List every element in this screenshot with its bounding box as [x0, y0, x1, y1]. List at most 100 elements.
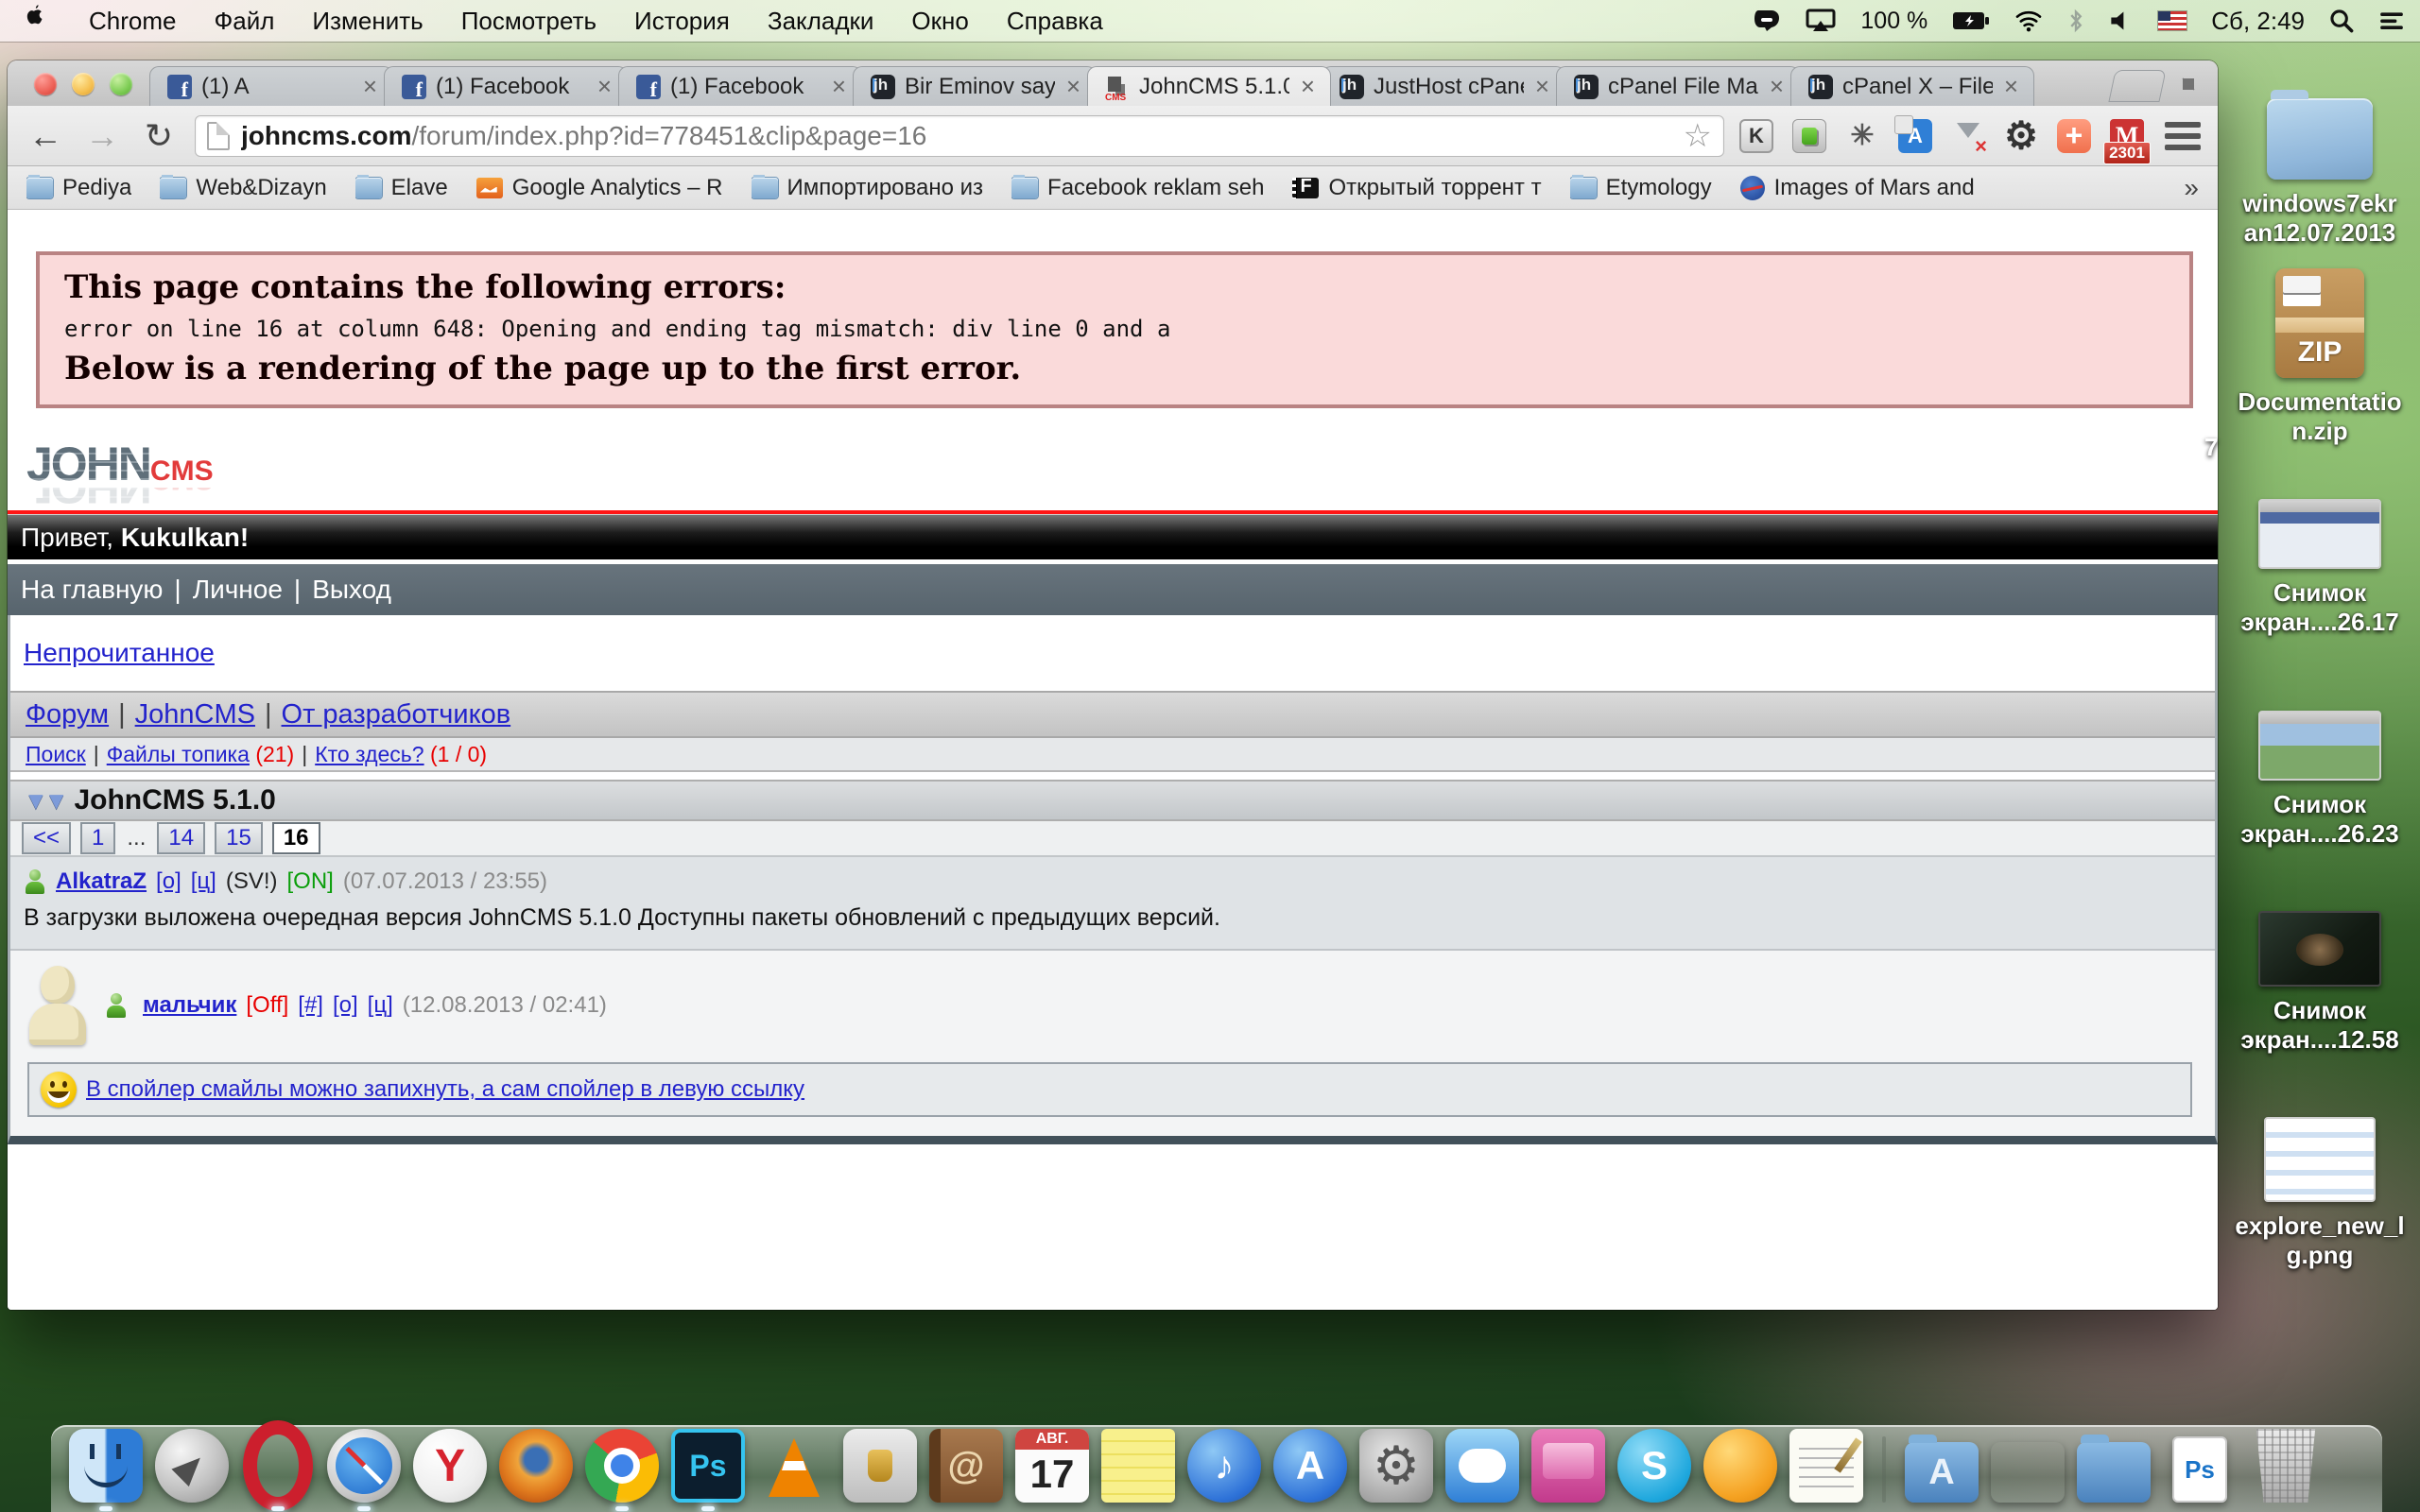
window-zoom-button[interactable] — [110, 73, 132, 95]
post-reply-link[interactable]: [о] — [156, 868, 182, 895]
dock-messages[interactable] — [1444, 1423, 1520, 1503]
post-author-link[interactable]: AlkatraZ — [56, 868, 147, 895]
tab-facebook-1[interactable]: (1) Facebook × — [384, 66, 628, 106]
page-15[interactable]: 15 — [215, 822, 263, 854]
tab-close-icon[interactable]: × — [596, 72, 614, 101]
menu-window[interactable]: Окно — [892, 7, 987, 36]
post-quote-link[interactable]: [ц] — [368, 992, 393, 1019]
status-app-icon[interactable] — [1753, 9, 1781, 33]
bookmark-etymology[interactable]: Etymology — [1570, 175, 1712, 201]
menu-help[interactable]: Справка — [988, 7, 1122, 36]
forward-button[interactable]: → — [81, 116, 123, 156]
battery-icon[interactable] — [1952, 10, 1990, 31]
apple-menu-icon[interactable] — [15, 4, 53, 39]
tab-close-icon[interactable]: × — [2002, 72, 2020, 101]
dock-yandex-browser[interactable]: Y — [412, 1423, 488, 1503]
battery-percent-label[interactable]: 100 % — [1860, 8, 1927, 35]
nav-exit-link[interactable]: Выход — [312, 575, 391, 604]
bookmarks-overflow-chevron[interactable]: » — [2184, 173, 2199, 203]
post-quote-link[interactable]: [ц] — [191, 868, 216, 895]
tab-facebook-2[interactable]: (1) Facebook × — [618, 66, 862, 106]
tab-facebook-a[interactable]: (1) A × — [149, 66, 393, 106]
wifi-icon[interactable] — [2014, 9, 2043, 32]
dock-display-app[interactable] — [1530, 1423, 1606, 1503]
menu-history[interactable]: История — [615, 7, 749, 36]
dock-chrome[interactable] — [584, 1423, 660, 1503]
desktop-image-explore-new-lg[interactable]: explore_new_l g.png — [2227, 1117, 2412, 1269]
bookmark-facebook-reklam[interactable]: Facebook reklam seh — [1011, 175, 1264, 201]
tab-cpanel-file-manager[interactable]: cPanel File Ma × — [1556, 66, 1800, 106]
volume-icon[interactable] — [2109, 9, 2134, 32]
tab-close-icon[interactable]: × — [361, 72, 379, 101]
post-author-link[interactable]: мальчик — [143, 992, 236, 1019]
dock-skype[interactable]: S — [1616, 1423, 1692, 1503]
tab-close-icon[interactable]: × — [1768, 72, 1786, 101]
bookmark-google-analytics[interactable]: Google Analytics – R — [476, 175, 723, 201]
bookmark-imported[interactable]: Импортировано из — [752, 175, 984, 201]
menu-bookmarks[interactable]: Закладки — [749, 7, 893, 36]
crumb-johncms-link[interactable]: JohnCMS — [135, 699, 255, 730]
extension-translate-icon[interactable]: A — [1898, 119, 1932, 153]
dock-safari[interactable] — [326, 1423, 402, 1503]
desktop-zip-documentation[interactable]: ZIP Documentatio n.zip — [2227, 268, 2412, 445]
menu-chrome[interactable]: Chrome — [70, 7, 195, 36]
chrome-menu-icon[interactable] — [2165, 122, 2201, 150]
menu-file[interactable]: Файл — [195, 7, 293, 36]
bookmark-pediya[interactable]: Pediya — [26, 175, 131, 201]
desktop-screenshot-12-58[interactable]: Снимок экран....12.58 — [2227, 911, 2412, 1054]
dock-orange-app[interactable] — [1703, 1423, 1778, 1503]
notification-center-icon[interactable] — [2378, 9, 2405, 32]
dock-downloads-stack[interactable] — [2076, 1423, 2152, 1503]
reload-button[interactable]: ↻ — [138, 116, 180, 156]
bookmark-torrent[interactable]: Открытый торрент т — [1292, 175, 1541, 201]
dock-vlc[interactable] — [756, 1423, 832, 1503]
nav-personal-link[interactable]: Личное — [193, 575, 283, 604]
menu-bar-clock[interactable]: Сб, 2:49 — [2211, 7, 2305, 36]
keyboard-layout-us-flag[interactable] — [2158, 11, 2187, 30]
menu-view[interactable]: Посмотреть — [442, 7, 615, 36]
extension-plus-icon[interactable]: + — [2057, 119, 2091, 153]
desktop-folder-windows7ekran[interactable]: windows7ekr an12.07.2013 — [2227, 98, 2412, 247]
window-close-button[interactable] — [34, 73, 57, 95]
extension-k-icon[interactable]: K — [1739, 119, 1773, 153]
bookmark-images-of-mars[interactable]: Images of Mars and — [1740, 175, 1975, 201]
desktop-screenshot-26-17[interactable]: Снимок экран....26.17 — [2227, 499, 2412, 636]
dock-trash[interactable] — [2248, 1423, 2324, 1503]
crumb-developers-link[interactable]: От разработчиков — [282, 699, 511, 730]
bookmark-star-icon[interactable]: ☆ — [1684, 117, 1712, 155]
dock-system-preferences[interactable]: ⚙ — [1358, 1423, 1434, 1503]
page-1[interactable]: 1 — [80, 822, 115, 854]
who-is-here-link[interactable]: Кто здесь? — [315, 742, 424, 766]
address-bar[interactable]: johncms.com/forum/index.php?id=778451&cl… — [195, 115, 1724, 157]
dock-photoshop[interactable]: Ps — [670, 1423, 746, 1503]
tab-justhost-cpanel[interactable]: JustHost cPane × — [1322, 66, 1565, 106]
dock-calendar[interactable]: АВГ. 17 — [1014, 1423, 1090, 1503]
dock-firefox[interactable] — [498, 1423, 574, 1503]
dock-utility-app[interactable] — [842, 1423, 918, 1503]
page-back[interactable]: << — [22, 822, 71, 854]
post-anchor-link[interactable]: [#] — [298, 992, 323, 1019]
crumb-forum-link[interactable]: Форум — [26, 699, 109, 730]
dock-textedit[interactable] — [1789, 1423, 1864, 1503]
page-14[interactable]: 14 — [157, 822, 205, 854]
spotlight-icon[interactable] — [2329, 9, 2354, 33]
window-minimize-button[interactable] — [72, 73, 95, 95]
page-ellipsis[interactable]: ... — [125, 824, 147, 852]
bookmark-webdizayn[interactable]: Web&Dizayn — [160, 175, 326, 201]
tab-bir-eminov[interactable]: Bir Eminov say × — [853, 66, 1097, 106]
tab-close-icon[interactable]: × — [830, 72, 848, 101]
airplay-display-icon[interactable] — [1806, 9, 1836, 33]
extension-settings-icon[interactable]: ⚙ — [2004, 119, 2038, 153]
extension-download-icon[interactable] — [1951, 119, 1985, 153]
spoiler-link[interactable]: В спойлер смайлы можно запихнуть, а сам … — [86, 1076, 804, 1103]
bluetooth-icon[interactable] — [2067, 9, 2084, 33]
dock-ps-document[interactable]: Ps — [2162, 1423, 2238, 1503]
dock-launchpad[interactable] — [154, 1423, 230, 1503]
topic-files-link[interactable]: Файлы топика — [107, 742, 250, 766]
extension-gmail-icon[interactable]: M 2301 — [2110, 119, 2144, 153]
post-reply-link[interactable]: [о] — [333, 992, 358, 1019]
page-16-current[interactable]: 16 — [272, 822, 320, 854]
bookmark-elave[interactable]: Elave — [355, 175, 448, 201]
extension-bug-icon[interactable] — [1845, 119, 1879, 153]
tab-johncms[interactable]: JohnCMS 5.1.0 × — [1087, 66, 1331, 106]
